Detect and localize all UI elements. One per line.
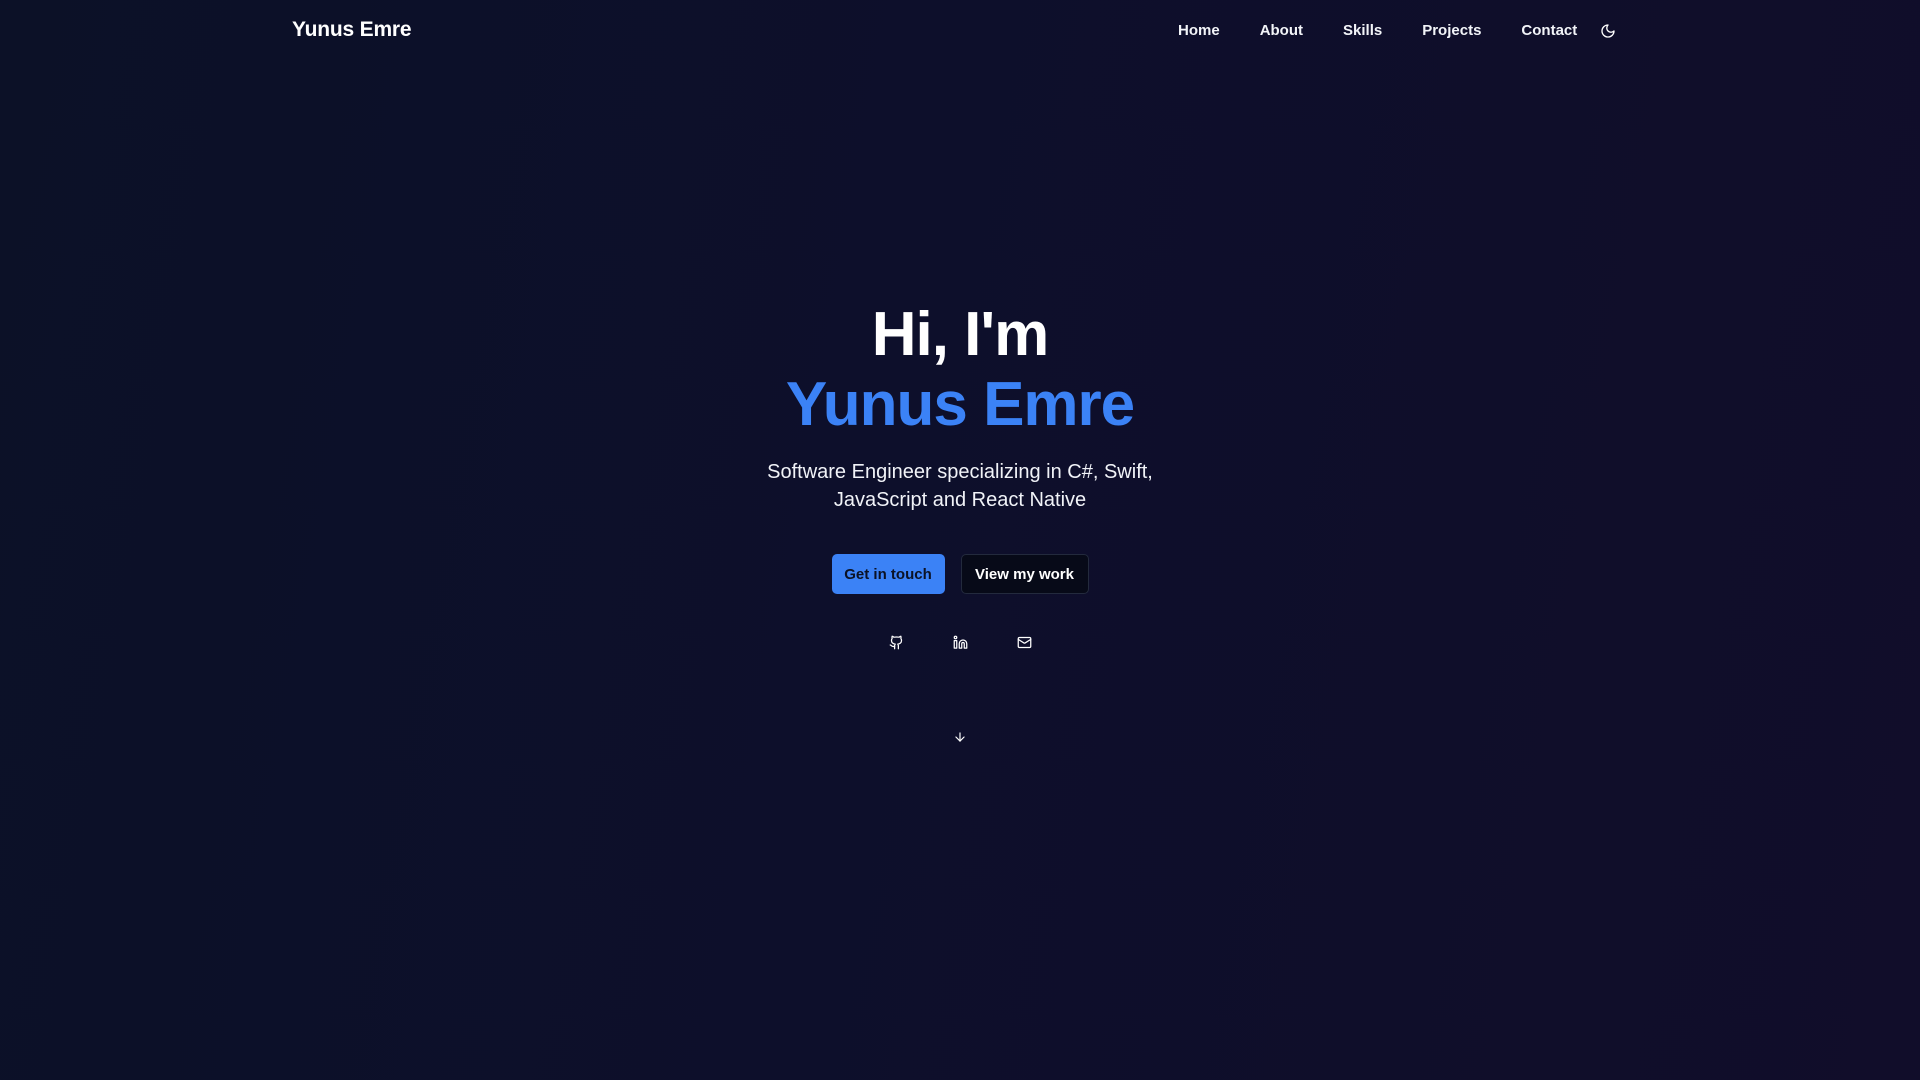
hero-name: Yunus Emre — [785, 370, 1135, 439]
github-icon — [889, 635, 902, 649]
nav-item-home[interactable]: Home — [1178, 21, 1220, 41]
navbar: Yunus Emre Home About Skills Projects Co… — [0, 0, 1920, 62]
github-link[interactable] — [888, 634, 904, 650]
nav-item-projects[interactable]: Projects — [1422, 21, 1481, 41]
hero-subtitle: Software Engineer specializing in C#, Sw… — [767, 461, 1153, 511]
arrow-down-icon — [955, 732, 965, 742]
hero-greeting: Hi, I'm — [871, 300, 1050, 369]
email-link[interactable] — [1016, 634, 1032, 650]
nav-item-skills[interactable]: Skills — [1343, 21, 1382, 41]
hero-section: Hi, I'm Yunus Emre Software Engineer spe… — [0, 300, 1920, 650]
nav-item-contact[interactable]: Contact — [1521, 21, 1577, 41]
hero-buttons: Get in touch View my work — [0, 554, 1920, 594]
theme-toggle-button[interactable] — [1598, 21, 1618, 41]
nav-item-about[interactable]: About — [1260, 21, 1303, 41]
scroll-down-button[interactable] — [952, 729, 968, 745]
view-my-work-button[interactable]: View my work — [960, 554, 1089, 594]
social-links — [0, 634, 1920, 650]
linkedin-link[interactable] — [952, 634, 968, 650]
moon-icon — [1601, 24, 1615, 38]
mail-icon — [1017, 636, 1031, 648]
linkedin-icon — [953, 635, 967, 649]
brand-logo[interactable]: Yunus Emre — [292, 18, 412, 42]
get-in-touch-button[interactable]: Get in touch — [831, 554, 945, 594]
nav-links: Home About Skills Projects Contact — [1178, 21, 1617, 41]
